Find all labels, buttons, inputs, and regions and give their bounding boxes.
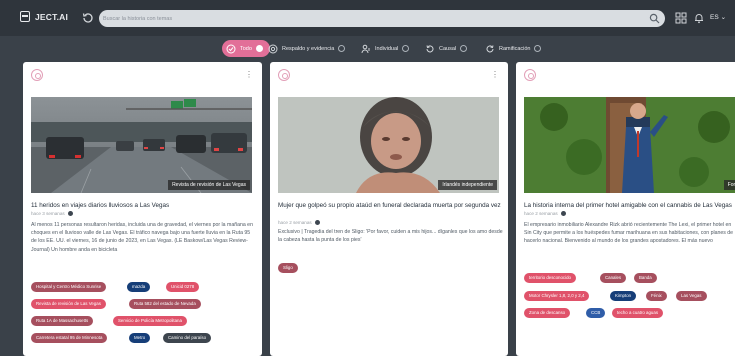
filter-label: Causal <box>439 45 457 52</box>
undo-icon <box>426 44 434 52</box>
more-options-icon[interactable]: ⋮ <box>245 69 253 81</box>
tag[interactable]: Banda <box>634 273 657 283</box>
radio-icon <box>460 45 468 52</box>
hotel-owner-image <box>524 97 735 193</box>
tag[interactable]: Kimpton <box>610 291 637 301</box>
filter-individual[interactable]: Individual <box>361 40 410 57</box>
tag[interactable]: CCB <box>586 308 606 318</box>
story-excerpt: Exclusivo | Tragedia del tren de Sligo: … <box>278 229 503 244</box>
chevron-down-icon: ⌄ <box>720 14 727 21</box>
tag[interactable]: Zona de descanso <box>524 308 571 318</box>
tag[interactable]: Unicid 0278 <box>166 282 200 292</box>
story-excerpt: Al menos 11 personas resultaron heridas,… <box>31 222 253 253</box>
filter-evidence[interactable]: Respaldo y evidencia <box>268 40 346 57</box>
story-card[interactable]: ⋮ Irlandés independiente Mujer que golpe… <box>270 62 508 356</box>
search-bar <box>99 10 665 27</box>
tag[interactable]: Motor Chrysler 1,8, 2,0 y 2,4 <box>524 291 590 301</box>
story-card[interactable]: Forb La historia interna del primer hote… <box>516 62 735 356</box>
language-selector[interactable]: ES ⌄ <box>710 13 727 22</box>
grid-icon[interactable] <box>675 12 687 24</box>
filter-label: Respaldo y evidencia <box>282 45 335 52</box>
tag[interactable]: mazda <box>127 282 151 292</box>
story-type-icon <box>524 69 536 81</box>
search-input[interactable] <box>103 11 643 26</box>
filter-label: Individual <box>375 45 399 52</box>
story-image[interactable]: Irlandés independiente <box>278 97 499 193</box>
filter-branching[interactable]: Ramificación <box>485 40 542 57</box>
story-type-icon <box>278 69 290 81</box>
portrait-image <box>278 97 499 193</box>
story-meta: hace 2 semanas <box>278 220 320 225</box>
language-label: ES <box>710 13 719 21</box>
tag[interactable]: Servicio de Policía Metropolitana <box>113 316 187 326</box>
source-dot-icon <box>67 211 73 216</box>
redo-icon <box>486 44 494 52</box>
radio-icon <box>534 45 542 52</box>
story-time: hace 2 semanas <box>278 220 312 225</box>
source-dot-icon <box>314 220 320 225</box>
radio-icon <box>338 45 346 52</box>
tag[interactable]: Hospital y Centro Médico Sunrise <box>31 282 107 292</box>
story-title[interactable]: 11 heridos en viajes diarios lluviosos a… <box>31 202 256 210</box>
story-meta: hace 2 semanas <box>524 211 566 216</box>
story-title[interactable]: La historia interna del primer hotel ami… <box>524 202 735 210</box>
check-circle-icon <box>226 44 236 53</box>
bell-icon[interactable] <box>693 12 705 24</box>
history-icon[interactable] <box>81 11 95 25</box>
app-name: JECT.AI <box>35 11 69 22</box>
tag[interactable]: Fénix <box>646 291 667 301</box>
logo-icon <box>20 11 30 22</box>
person-icon <box>361 44 370 53</box>
story-type-icon <box>31 69 43 81</box>
story-title[interactable]: Mujer que golpeó su propio ataúd en fune… <box>278 202 503 210</box>
source-dot-icon <box>560 211 566 216</box>
filter-causal[interactable]: Causal <box>425 40 468 57</box>
more-options-icon[interactable]: ⋮ <box>491 69 499 81</box>
target-icon <box>268 44 278 53</box>
image-source-label: Forb <box>723 180 735 190</box>
story-time: hace 2 semanas <box>524 211 558 216</box>
filter-label: Ramificación <box>499 45 531 52</box>
story-time: hace 3 semanas <box>31 211 65 216</box>
rainy-traffic-image <box>31 97 252 193</box>
radio-icon <box>402 45 410 52</box>
story-image[interactable]: Revista de revisión de Las Vegas <box>31 97 252 193</box>
tag[interactable]: Ruta 1A de Massachusetts <box>31 316 94 326</box>
app-logo[interactable]: JECT.AI <box>20 11 68 22</box>
tag[interactable]: Camino del paraíso <box>163 333 212 343</box>
filter-label: Todo <box>240 45 252 52</box>
filter-bar: Todo Respaldo y evidencia Individual Cau… <box>0 36 735 61</box>
tag[interactable]: territorio desconocido <box>524 273 576 283</box>
story-image[interactable]: Forb <box>524 97 735 193</box>
radio-icon <box>255 45 263 52</box>
search-icon[interactable] <box>649 13 660 24</box>
tag[interactable]: Carretera estatal 95 de Minnesota <box>31 333 108 343</box>
tag[interactable]: Canales <box>600 273 627 283</box>
top-bar: JECT.AI ES ⌄ <box>0 0 735 36</box>
tag[interactable]: Metro <box>129 333 151 343</box>
tag[interactable]: Revista de revisión de Las Vegas <box>31 299 106 309</box>
filter-all[interactable]: Todo <box>222 40 270 57</box>
tag[interactable]: Las Vegas <box>676 291 707 301</box>
story-meta: hace 3 semanas <box>31 211 73 216</box>
story-excerpt: El empresario inmobiliario Alexandre Riz… <box>524 222 734 245</box>
tag[interactable]: Sligo <box>278 263 298 273</box>
image-source-label: Revista de revisión de Las Vegas <box>168 180 250 190</box>
story-card[interactable]: ⋮ Revista de revisión de Las Vegas 11 he… <box>23 62 262 356</box>
image-source-label: Irlandés independiente <box>438 180 497 190</box>
tag[interactable]: techo a cuatro aguas <box>612 308 664 318</box>
tag[interactable]: Ruta 582 del estado de Nevada <box>129 299 201 309</box>
